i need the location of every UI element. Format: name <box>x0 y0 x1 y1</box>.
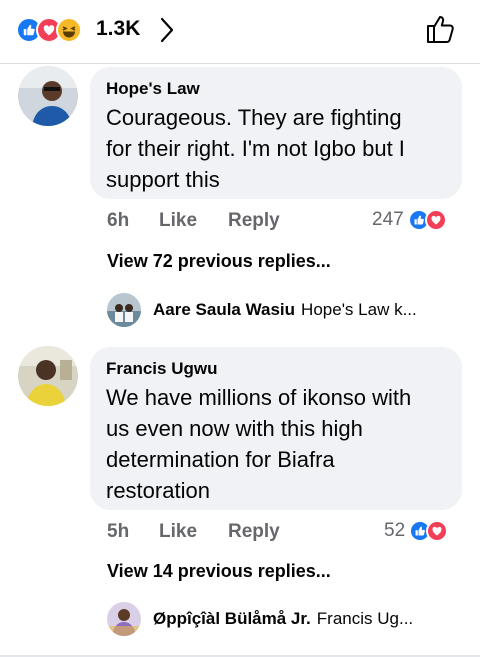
comment-reaction-count: 247 <box>372 209 404 230</box>
comment-actions: 5h Like Reply <box>107 521 280 543</box>
comment-text-line: us even now with this high <box>106 416 363 441</box>
comment-text-line: Courageous. They are fighting <box>106 105 402 130</box>
like-button[interactable]: Like <box>159 210 228 232</box>
thumbs-up-outline-icon[interactable] <box>424 12 458 51</box>
like-button[interactable]: Like <box>159 521 228 543</box>
comment-bubble[interactable]: Francis Ugwu We have millions of ikonso … <box>90 347 462 510</box>
header-divider <box>0 63 480 64</box>
comment-text-line: determination for Biafra <box>106 447 335 472</box>
view-previous-replies[interactable]: View 72 previous replies... <box>107 251 331 272</box>
comment-time: 5h <box>107 521 130 542</box>
love-icon <box>426 520 449 542</box>
comment-actions: 6h Like Reply <box>107 210 280 232</box>
comment-bubble[interactable]: Hope's Law Courageous. They are fighting… <box>90 67 462 199</box>
comment-author[interactable]: Hope's Law <box>106 79 446 99</box>
comment-text-line: support this <box>106 167 220 192</box>
reactions-header: 1.3K <box>0 0 480 62</box>
reply-preview[interactable]: Øppîçîàl Bülåmå Jr. Francis Ug... <box>107 601 413 637</box>
reply-author[interactable]: Aare Saula Wasiu <box>153 300 295 320</box>
avatar[interactable] <box>107 293 141 327</box>
comment-text-line: restoration <box>106 478 210 503</box>
comment-reactions[interactable]: 247 <box>372 209 447 231</box>
reply-text: Francis Ug... <box>316 609 414 628</box>
avatar[interactable] <box>107 602 141 636</box>
comment-time: 6h <box>107 210 130 231</box>
reply-button[interactable]: Reply <box>228 521 280 543</box>
avatar[interactable] <box>18 66 78 126</box>
comment-text-line: for their right. I'm not Igbo but I <box>106 136 405 161</box>
comment-author[interactable]: Francis Ugwu <box>106 359 446 379</box>
reply-preview[interactable]: Aare Saula Wasiu Hope's Law k... <box>107 292 417 328</box>
chevron-right-icon[interactable] <box>158 16 176 49</box>
reply-button[interactable]: Reply <box>228 210 280 232</box>
haha-icon <box>56 17 82 43</box>
view-previous-replies[interactable]: View 14 previous replies... <box>107 561 331 582</box>
avatar[interactable] <box>18 346 78 406</box>
reply-author[interactable]: Øppîçîàl Bülåmå Jr. <box>153 609 311 629</box>
comment-text-line: We have millions of ikonso with <box>106 385 412 410</box>
love-icon <box>424 209 447 231</box>
reply-text: Hope's Law k... <box>301 300 417 319</box>
comment-reaction-count: 52 <box>384 520 406 541</box>
reaction-count[interactable]: 1.3K <box>96 17 140 41</box>
reaction-icons[interactable] <box>16 17 82 43</box>
comment-reactions[interactable]: 52 <box>384 520 449 542</box>
